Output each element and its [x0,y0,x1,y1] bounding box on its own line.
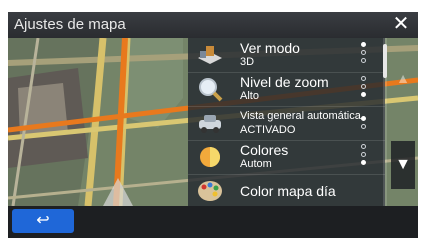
screen: Ajustes de mapa ✕ Ver modo 3D Nivel de z… [8,12,418,238]
menu-item-value: 3D [240,56,255,68]
scroll-up-button[interactable]: ▲ [391,58,415,98]
scroll-down-icon: ▼ [395,156,411,173]
menu-item-zoom-level[interactable]: Nivel de zoom Alto [188,72,385,107]
menu-item-label: Ver modo [240,40,300,56]
close-button[interactable]: ✕ [384,12,418,38]
colors-day-night-icon [200,147,220,167]
back-button[interactable]: ↩ [12,209,74,233]
menu-item-colors[interactable]: Colores Autom [188,140,385,175]
window-title: Ajustes de mapa [14,16,126,33]
auto-overview-car-icon [199,115,221,133]
menu-item-value: Autom [240,158,272,170]
menu-item-day-map-color[interactable]: Color mapa día [188,174,385,209]
scroll-up-icon: ▲ [396,70,410,86]
settings-list: Ver modo 3D Nivel de zoom Alto Vista gen… [188,38,385,209]
menu-item-value: ACTIVADO [240,124,296,136]
menu-item-label: Colores [240,142,289,158]
scrollbar-thumb[interactable] [383,44,387,78]
menu-item-value: Alto [240,90,259,102]
title-bar: Ajustes de mapa ✕ [8,12,418,38]
option-indicator [361,42,367,66]
scroll-down-button[interactable]: ▼ [391,141,415,189]
menu-item-label: Nivel de zoom [240,74,329,90]
zoom-magnifier-icon [199,78,223,102]
menu-item-label: Color mapa día [240,183,336,199]
close-icon: ✕ [392,13,410,35]
option-indicator [361,116,367,132]
back-arrow-icon: ↩ [36,212,50,229]
menu-item-auto-overview[interactable]: Vista general automática ACTIVADO [188,106,385,141]
option-indicator [361,76,367,100]
palette-icon [198,181,222,201]
bottom-bar: ↩ [8,206,418,238]
view-mode-icon [198,46,222,64]
option-indicator [361,144,367,168]
menu-item-label: Vista general automática [240,110,361,122]
menu-item-view-mode[interactable]: Ver modo 3D [188,38,385,73]
